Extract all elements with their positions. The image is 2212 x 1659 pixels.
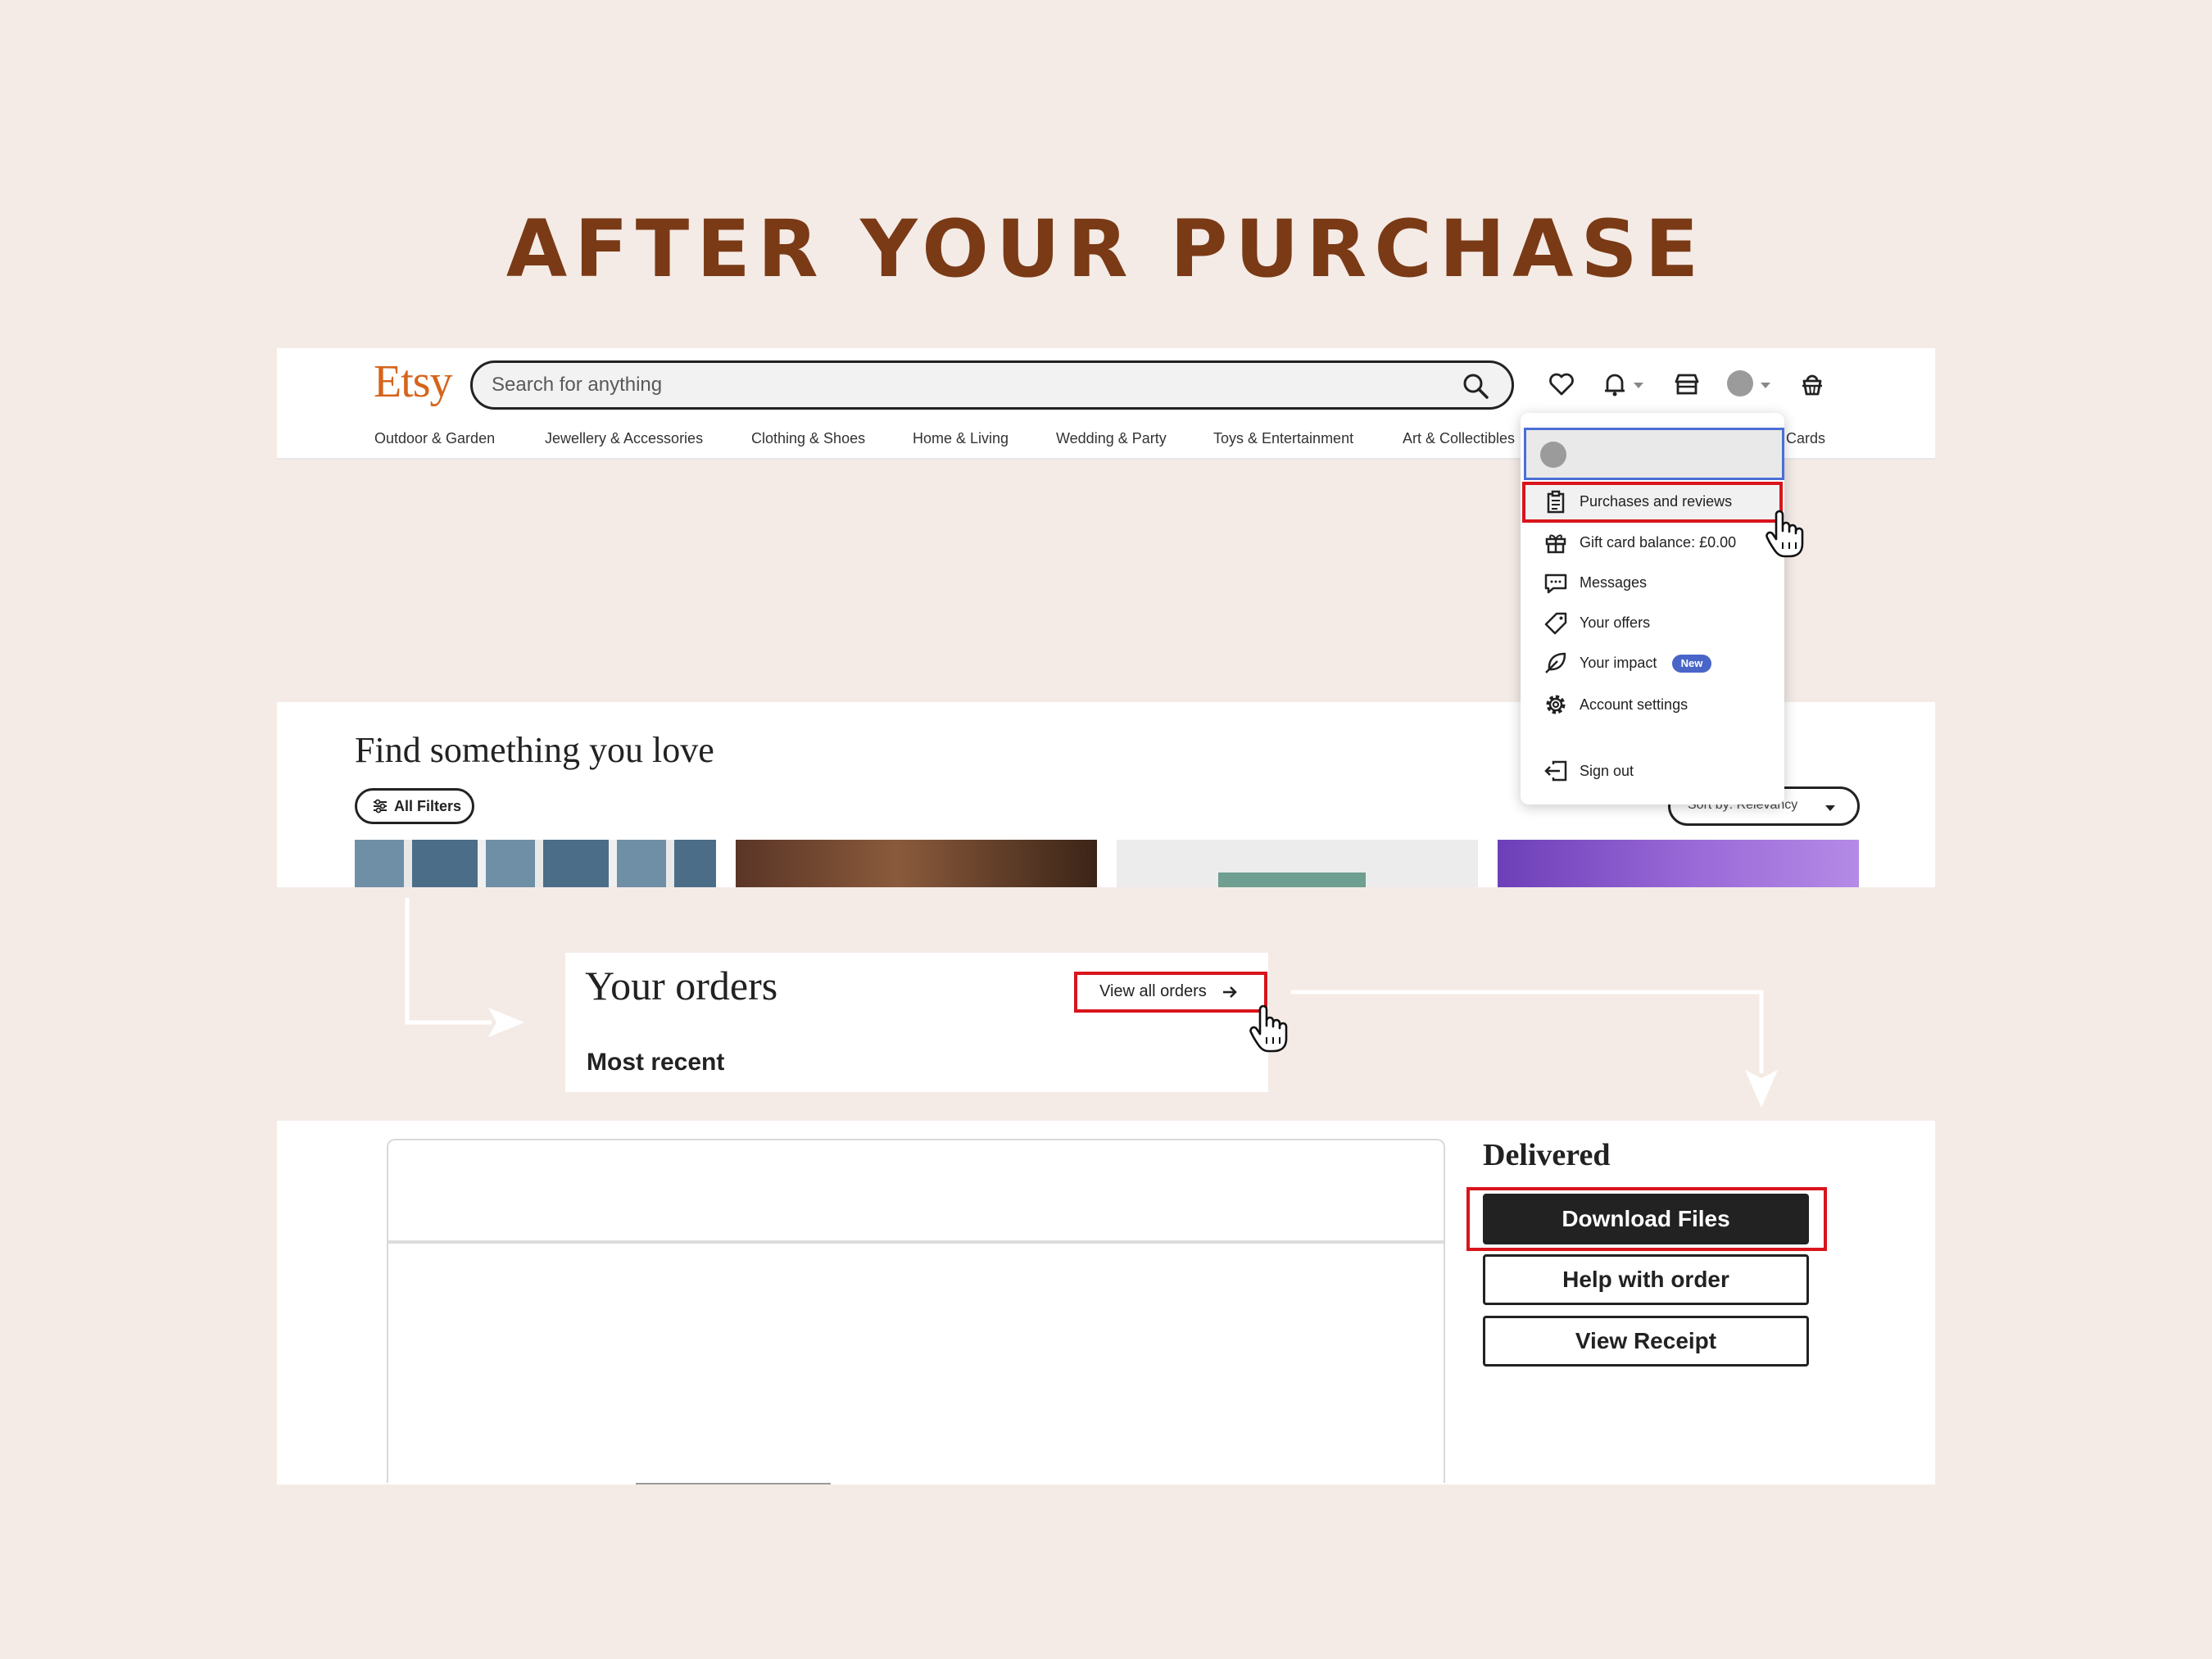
divider <box>636 1483 831 1484</box>
view-all-orders-label: View all orders <box>1099 982 1207 1000</box>
listing-thumbnail[interactable] <box>736 840 1097 887</box>
chevron-down-icon[interactable] <box>1761 383 1770 388</box>
order-card <box>387 1139 1445 1483</box>
listing-thumbnail[interactable] <box>1498 840 1859 887</box>
messages-icon <box>1544 573 1567 594</box>
page-heading: AFTER YOUR PURCHASE <box>505 203 1707 295</box>
nav-item-outdoor[interactable]: Outdoor & Garden <box>374 430 495 447</box>
nav-item-art[interactable]: Art & Collectibles <box>1403 430 1515 447</box>
download-files-button[interactable]: Download Files <box>1483 1194 1809 1244</box>
find-title: Find something you love <box>355 730 714 770</box>
gear-icon <box>1546 695 1566 714</box>
bell-icon[interactable] <box>1601 370 1629 398</box>
help-with-order-button[interactable]: Help with order <box>1483 1254 1809 1305</box>
heart-icon[interactable] <box>1548 370 1575 398</box>
menu-item-impact[interactable]: Your impact <box>1580 655 1657 672</box>
sign-out-icon <box>1544 760 1567 782</box>
menu-item-settings[interactable]: Account settings <box>1580 696 1688 714</box>
cart-icon[interactable] <box>1798 370 1826 398</box>
menu-item-messages[interactable]: Messages <box>1580 574 1647 592</box>
nav-item-home[interactable]: Home & Living <box>913 430 1009 447</box>
order-status: Delivered <box>1483 1138 1611 1172</box>
menu-item-gift-card[interactable]: Gift card balance: £0.00 <box>1580 534 1736 551</box>
menu-item-purchases[interactable]: Purchases and reviews <box>1580 493 1732 510</box>
nav-item-cards[interactable]: Cards <box>1786 430 1825 447</box>
new-badge: New <box>1672 655 1711 673</box>
nav-item-toys[interactable]: Toys & Entertainment <box>1213 430 1353 447</box>
avatar[interactable] <box>1727 370 1753 397</box>
divider <box>388 1240 1444 1244</box>
menu-item-offers[interactable]: Your offers <box>1580 614 1650 632</box>
listing-thumbnail[interactable] <box>355 840 716 887</box>
avatar <box>1540 442 1566 468</box>
filter-icon <box>374 799 387 814</box>
all-filters-label: All Filters <box>394 798 462 814</box>
shop-icon[interactable] <box>1673 370 1701 398</box>
search-icon[interactable] <box>1462 372 1489 400</box>
chevron-down-icon <box>1825 805 1835 811</box>
orders-title: Your orders <box>585 963 778 1009</box>
arrow-right-icon <box>1223 986 1237 998</box>
etsy-logo[interactable]: Etsy <box>374 356 453 408</box>
chevron-down-icon[interactable] <box>1634 383 1643 388</box>
view-receipt-button[interactable]: View Receipt <box>1483 1316 1809 1367</box>
nav-item-clothing[interactable]: Clothing & Shoes <box>751 430 865 447</box>
clipboard-icon <box>1547 490 1565 514</box>
orders-subtitle: Most recent <box>587 1049 725 1076</box>
tag-icon <box>1544 612 1567 635</box>
leaf-icon <box>1545 652 1566 673</box>
hand-pointer-icon <box>1249 1004 1288 1053</box>
menu-item-sign-out[interactable]: Sign out <box>1580 763 1634 780</box>
hand-pointer-icon <box>1766 510 1804 558</box>
listing-thumbnail[interactable] <box>1117 840 1478 887</box>
category-nav: Outdoor & Garden Jewellery & Accessories… <box>0 430 2212 450</box>
nav-item-jewellery[interactable]: Jewellery & Accessories <box>545 430 703 447</box>
search-placeholder: Search for anything <box>492 374 663 396</box>
gift-icon <box>1545 534 1566 554</box>
nav-item-wedding[interactable]: Wedding & Party <box>1056 430 1167 447</box>
